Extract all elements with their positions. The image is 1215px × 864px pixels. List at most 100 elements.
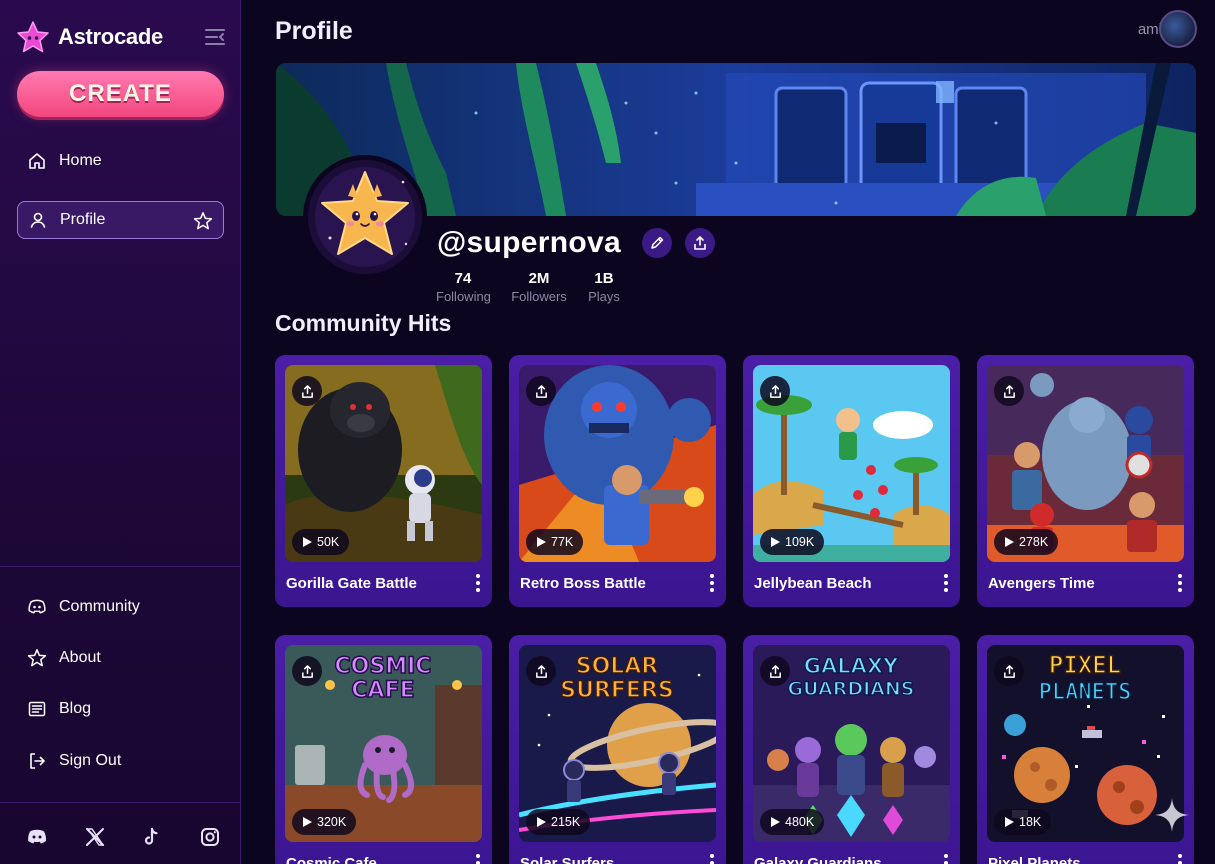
game-title[interactable]: Galaxy Guardians — [754, 855, 882, 864]
play-icon — [771, 817, 780, 827]
x-icon — [86, 828, 105, 846]
instagram-icon — [201, 828, 219, 846]
current-user-avatar[interactable] — [1159, 10, 1197, 48]
nav-item-label: Home — [59, 152, 102, 169]
collapse-sidebar-icon[interactable] — [204, 27, 226, 47]
share-icon — [769, 664, 781, 678]
share-profile-button[interactable] — [685, 228, 715, 258]
discord-icon — [28, 829, 47, 844]
share-game-button[interactable] — [526, 656, 556, 686]
social-tiktok-link[interactable] — [138, 824, 164, 850]
game-card[interactable]: GALAXY GUARDIANS 480K Galaxy Guardians — [743, 635, 960, 864]
play-count: 50K — [317, 535, 340, 549]
game-card[interactable]: COSMIC CAFE 320K Cosmic Cafe — [275, 635, 492, 864]
share-game-button[interactable] — [760, 376, 790, 406]
create-button[interactable]: CREATE — [17, 71, 224, 117]
nav-item-community[interactable]: Community — [17, 588, 224, 626]
share-icon — [694, 236, 706, 250]
favorite-star-icon[interactable] — [193, 211, 213, 231]
nav-item-home[interactable]: Home — [17, 142, 224, 180]
more-options-icon[interactable] — [940, 571, 952, 595]
social-discord-link[interactable] — [24, 824, 50, 850]
nav-item-profile[interactable]: Profile — [17, 201, 224, 239]
brand-name: Astrocade — [58, 24, 163, 49]
play-count-badge: 109K — [760, 529, 825, 555]
galaxy-guardians-art-title-line2: GUARDIANS — [788, 678, 915, 700]
tiktok-icon — [144, 827, 158, 845]
game-card[interactable]: 77K Retro Boss Battle — [509, 355, 726, 607]
stat-label: Following — [436, 289, 491, 304]
play-count-badge: 50K — [292, 529, 350, 555]
more-options-icon[interactable] — [706, 851, 718, 864]
play-count-badge: 18K — [994, 809, 1052, 835]
play-count-badge: 77K — [526, 529, 584, 555]
solar-surfers-art-title-line1: SOLAR — [576, 654, 659, 679]
share-game-button[interactable] — [292, 656, 322, 686]
game-card[interactable]: SOLAR SURFERS 215K Solar Surfers — [509, 635, 726, 864]
main-content: Profile amir @supernova 74 Following 2M … — [241, 0, 1215, 864]
play-icon — [771, 537, 780, 547]
share-icon — [301, 664, 313, 678]
user-icon — [30, 212, 46, 228]
play-icon — [303, 817, 312, 827]
stat-followers[interactable]: 2M Followers — [509, 270, 569, 304]
sidebar-divider — [0, 566, 241, 567]
nav-item-about[interactable]: About — [17, 639, 224, 677]
nav-item-label: About — [59, 649, 101, 666]
more-options-icon[interactable] — [940, 851, 952, 864]
share-game-button[interactable] — [292, 376, 322, 406]
brand[interactable]: Astrocade — [16, 20, 163, 54]
more-options-icon[interactable] — [1174, 851, 1186, 864]
profile-avatar — [303, 155, 427, 279]
play-count-badge: 215K — [526, 809, 591, 835]
nav-item-label: Profile — [60, 211, 106, 228]
home-icon — [29, 153, 45, 169]
social-instagram-link[interactable] — [197, 824, 223, 850]
stat-value: 2M — [528, 270, 550, 287]
more-options-icon[interactable] — [472, 571, 484, 595]
share-icon — [1003, 384, 1015, 398]
nav-item-blog[interactable]: Blog — [17, 690, 224, 728]
game-title[interactable]: Solar Surfers — [520, 855, 614, 864]
stat-label: Plays — [588, 289, 620, 304]
game-title[interactable]: Avengers Time — [988, 575, 1095, 592]
play-icon — [1005, 817, 1014, 827]
pixel-planets-art-title-line2: PLANETS — [1039, 680, 1132, 705]
page-title: Profile — [275, 17, 353, 45]
cosmic-cafe-art-title-line1: COSMIC — [335, 654, 432, 679]
game-card[interactable]: 278K Avengers Time — [977, 355, 1194, 607]
section-title: Community Hits — [275, 310, 452, 336]
solar-surfers-art-title-line2: SURFERS — [560, 678, 674, 703]
game-title[interactable]: Cosmic Cafe — [286, 855, 377, 864]
astrocade-logo-icon — [17, 21, 49, 53]
more-options-icon[interactable] — [472, 851, 484, 864]
play-icon — [1005, 537, 1014, 547]
game-title[interactable]: Jellybean Beach — [754, 575, 872, 592]
play-icon — [537, 817, 546, 827]
share-game-button[interactable] — [994, 656, 1024, 686]
game-title[interactable]: Pixel Planets — [988, 855, 1081, 864]
game-card[interactable]: 50K Gorilla Gate Battle — [275, 355, 492, 607]
more-options-icon[interactable] — [706, 571, 718, 595]
nav-item-label: Sign Out — [59, 752, 122, 769]
play-count-badge: 480K — [760, 809, 825, 835]
social-x-link[interactable] — [82, 824, 108, 850]
nav-item-sign-out[interactable]: Sign Out — [17, 742, 224, 780]
game-title[interactable]: Gorilla Gate Battle — [286, 575, 417, 592]
sidebar: Astrocade CREATE Home Profile Community … — [0, 0, 241, 864]
play-count-badge: 278K — [994, 529, 1059, 555]
stat-value: 1B — [594, 270, 614, 287]
newspaper-icon — [28, 701, 46, 717]
sign-out-icon — [30, 753, 45, 769]
share-game-button[interactable] — [526, 376, 556, 406]
more-options-icon[interactable] — [1174, 571, 1186, 595]
play-icon — [537, 537, 546, 547]
stat-value: 74 — [454, 270, 472, 287]
game-title[interactable]: Retro Boss Battle — [520, 575, 646, 592]
share-game-button[interactable] — [760, 656, 790, 686]
edit-profile-button[interactable] — [642, 228, 672, 258]
game-card[interactable]: 109K Jellybean Beach — [743, 355, 960, 607]
share-game-button[interactable] — [994, 376, 1024, 406]
discord-icon — [28, 599, 46, 614]
stat-following[interactable]: 74 Following — [436, 270, 491, 304]
